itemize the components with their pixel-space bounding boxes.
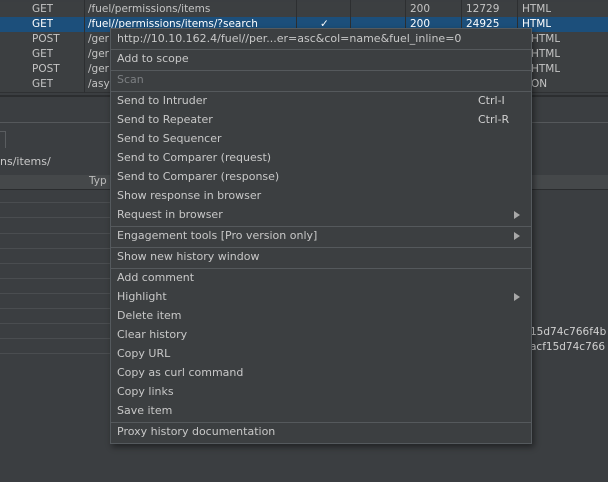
mime-cell: HTML bbox=[531, 48, 561, 60]
shortcut-label: Ctrl-R bbox=[478, 113, 510, 126]
submenu-arrow-icon bbox=[514, 293, 520, 301]
shortcut-label: Ctrl-I bbox=[478, 94, 505, 107]
grid-row-line bbox=[0, 263, 110, 264]
menu-item-clear-history[interactable]: Clear history bbox=[111, 326, 531, 345]
column-divider bbox=[84, 0, 85, 93]
method-cell: GET bbox=[32, 48, 54, 60]
grid-row-line bbox=[0, 217, 110, 218]
menu-item-add-comment[interactable]: Add comment bbox=[111, 269, 531, 288]
menu-item-send-to-sequencer[interactable]: Send to Sequencer bbox=[111, 130, 531, 149]
menu-item-send-to-comparer-response[interactable]: Send to Comparer (response) bbox=[111, 168, 531, 187]
length-cell: 12729 bbox=[466, 3, 500, 15]
menu-item-highlight[interactable]: Highlight bbox=[111, 288, 531, 307]
url-cell: /fuel/permissions/items bbox=[88, 3, 211, 15]
menu-item-copy-links[interactable]: Copy links bbox=[111, 383, 531, 402]
status-cell: 200 bbox=[410, 3, 431, 15]
menu-item-scan: Scan bbox=[117, 73, 144, 86]
grid-row-line bbox=[0, 202, 110, 203]
method-cell: POST bbox=[32, 33, 60, 45]
mime-cell: HTML bbox=[531, 63, 561, 75]
menu-item-engagement-tools[interactable]: Engagement tools [Pro version only] bbox=[111, 227, 531, 246]
method-cell: GET bbox=[32, 18, 54, 30]
request-tab[interactable] bbox=[0, 131, 6, 148]
grid-row-line bbox=[0, 308, 110, 309]
context-menu: http://10.10.162.4/fuel//per...er=asc&co… bbox=[110, 28, 532, 444]
url-cell: /ger bbox=[88, 48, 109, 60]
grid-row-line bbox=[0, 233, 110, 234]
url-cell: /ger bbox=[88, 33, 109, 45]
grid-row-line bbox=[0, 338, 110, 339]
request-path: ns/items/ bbox=[0, 155, 51, 168]
grid-row-line bbox=[0, 293, 110, 294]
menu-item-show-response-in-browser[interactable]: Show response in browser bbox=[111, 187, 531, 206]
menu-item-show-new-history-window[interactable]: Show new history window bbox=[111, 248, 531, 267]
method-cell: POST bbox=[32, 63, 60, 75]
menu-item-send-to-repeater[interactable]: Send to Repeater Ctrl-R bbox=[111, 111, 531, 130]
menu-item-copy-url[interactable]: Copy URL bbox=[111, 345, 531, 364]
mime-cell: HTML bbox=[531, 33, 561, 45]
mime-cell: ON bbox=[531, 78, 548, 90]
menu-title-url: http://10.10.162.4/fuel//per...er=asc&co… bbox=[117, 32, 462, 45]
cookie-value: acf15d74c766 bbox=[530, 341, 606, 353]
menu-item-save-item[interactable]: Save item bbox=[111, 402, 531, 421]
grid-row-line bbox=[0, 248, 110, 249]
grid-row-line bbox=[0, 278, 110, 279]
submenu-arrow-icon bbox=[514, 232, 520, 240]
cookie-value: 15d74c766f4b bbox=[530, 326, 607, 338]
grid-row-line bbox=[0, 323, 110, 324]
menu-item-proxy-history-documentation[interactable]: Proxy history documentation bbox=[111, 423, 531, 442]
menu-item-copy-as-curl[interactable]: Copy as curl command bbox=[111, 364, 531, 383]
menu-item-send-to-comparer-request[interactable]: Send to Comparer (request) bbox=[111, 149, 531, 168]
url-cell: /ger bbox=[88, 63, 109, 75]
grid-row-line bbox=[0, 353, 110, 354]
menu-item-add-to-scope[interactable]: Add to scope bbox=[111, 50, 531, 69]
method-cell: GET bbox=[32, 3, 54, 15]
type-column-header[interactable]: Typ bbox=[89, 175, 107, 187]
url-cell: /asy bbox=[88, 78, 110, 90]
menu-item-delete-item[interactable]: Delete item bbox=[111, 307, 531, 326]
mime-cell: HTML bbox=[522, 3, 552, 15]
submenu-arrow-icon bbox=[514, 211, 520, 219]
method-cell: GET bbox=[32, 78, 54, 90]
menu-item-send-to-intruder[interactable]: Send to Intruder Ctrl-I bbox=[111, 92, 531, 111]
menu-item-request-in-browser[interactable]: Request in browser bbox=[111, 206, 531, 225]
